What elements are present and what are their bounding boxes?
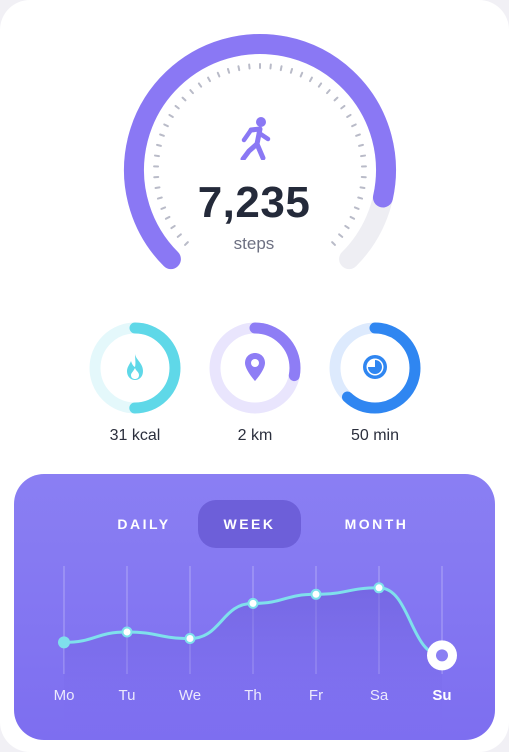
stat-calories[interactable]: 31 kcal [85, 318, 185, 448]
gauge-tick [279, 65, 283, 72]
weekly-steps-chart: Mo Tu We Th Fr Sa Su [54, 566, 457, 740]
chart-point [121, 626, 133, 638]
gauge-tick [357, 196, 364, 200]
steps-label: steps [233, 234, 275, 253]
gauge-tick [197, 82, 203, 88]
activity-chart-panel: DAILY WEEK MONTH Mo Tu We Th Fr Sa Su [14, 474, 495, 740]
gauge-tick [163, 123, 169, 128]
gauge-tick [189, 89, 194, 95]
gauge-tick [153, 154, 160, 158]
gauge-tick [355, 133, 361, 137]
gauge-tick [317, 82, 323, 88]
chart-day-label: Fr [309, 687, 323, 704]
chart-area [64, 587, 442, 740]
gauge-tick [289, 67, 294, 74]
flame-icon [127, 354, 143, 380]
chart-point [373, 582, 385, 594]
gauge-tick [181, 96, 187, 102]
gauge-tick [360, 154, 367, 158]
chart-day-label: Tu [119, 687, 136, 704]
calories-label: 31 kcal [109, 427, 161, 444]
gauge-tick [159, 133, 165, 137]
gauge-tick [346, 113, 352, 119]
steps-gauge [100, 20, 420, 310]
gauge-tick [207, 76, 212, 83]
chart-day-label: Sa [370, 687, 389, 704]
stat-distance[interactable]: 2 km [205, 318, 305, 448]
distance-label: 2 km [237, 427, 273, 444]
chart-day-label: Th [244, 687, 262, 704]
duration-label: 50 min [350, 427, 400, 444]
gauge-tick [308, 76, 313, 83]
activity-card: 7,235 steps 31 kcal 2 km 50 min DAILY WE… [0, 0, 509, 752]
walking-person-icon [240, 117, 271, 160]
gauge-tick [358, 143, 364, 147]
gauge-tick [340, 104, 346, 110]
chart-point [184, 633, 196, 644]
chart-point [247, 597, 259, 609]
steps-count: 7,235 [197, 178, 311, 227]
gauge-tick [174, 104, 180, 110]
gauge-tick [333, 96, 339, 102]
chart-point [58, 636, 70, 649]
gauge-tick [226, 67, 231, 74]
gauge-tick [168, 113, 174, 119]
gauge-tick [299, 71, 304, 78]
gauge-tick [351, 123, 357, 128]
chart-point-highlight-center [436, 649, 448, 662]
location-pin-icon [245, 353, 265, 381]
chart-day-label: We [179, 687, 201, 704]
stat-duration[interactable]: 50 min [325, 318, 425, 448]
gauge-tick [359, 186, 366, 190]
chart-point [310, 588, 322, 600]
gauge-tick [237, 65, 241, 72]
gauge-tick [156, 143, 162, 147]
chart-day-label: Mo [54, 687, 75, 704]
steps-gauge-ring [124, 34, 396, 270]
chart-day-label: Su [432, 687, 451, 704]
gauge-tick [326, 89, 331, 95]
timer-icon [363, 355, 387, 379]
gauge-tick [216, 71, 221, 78]
